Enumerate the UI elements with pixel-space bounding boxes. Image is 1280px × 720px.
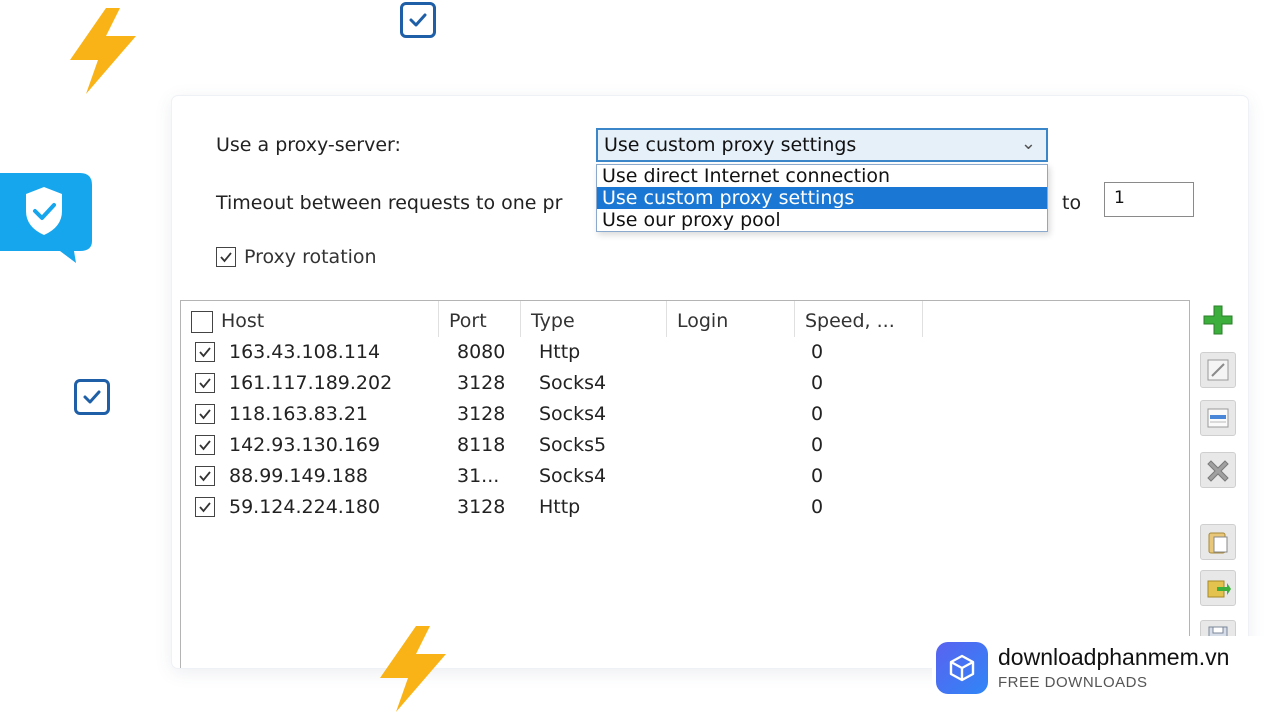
- proxy-rotation-label: Proxy rotation: [244, 246, 377, 268]
- cell-speed: 0: [811, 434, 824, 456]
- table-row[interactable]: 59.124.224.180 3128 Http 0: [181, 492, 1189, 523]
- proxy-table: Host Port Type Login Speed, ... 163.43.1…: [180, 300, 1190, 668]
- table-row[interactable]: 163.43.108.114 8080 Http 0: [181, 337, 1189, 368]
- column-header-speed[interactable]: Speed, ...: [795, 301, 923, 337]
- option-custom-proxy-settings[interactable]: Use custom proxy settings: [597, 187, 1047, 209]
- column-header-port[interactable]: Port: [439, 301, 521, 337]
- cell-speed: 0: [811, 496, 824, 518]
- cell-port: 31...: [457, 465, 500, 487]
- list-icon: [1207, 408, 1229, 428]
- checkbox-badge-icon: [400, 2, 436, 38]
- delete-proxy-button[interactable]: [1200, 452, 1236, 488]
- timeout-to-label: to: [1062, 192, 1082, 214]
- import-proxy-button[interactable]: [1200, 570, 1236, 606]
- watermark-badge: downloadphanmem.vn FREE DOWNLOADS: [932, 636, 1272, 702]
- cell-host: 163.43.108.114: [229, 341, 381, 363]
- proxy-server-label: Use a proxy-server:: [216, 134, 401, 156]
- cell-port: 8118: [457, 434, 506, 456]
- list-proxy-button[interactable]: [1200, 400, 1236, 436]
- cell-speed: 0: [811, 372, 824, 394]
- chevron-down-icon[interactable]: ⌄: [1021, 133, 1036, 154]
- add-icon: [1203, 305, 1233, 335]
- column-header-login[interactable]: Login: [667, 301, 795, 337]
- cell-port: 8080: [457, 341, 506, 363]
- row-checkbox[interactable]: [195, 466, 215, 486]
- cell-speed: 0: [811, 341, 824, 363]
- add-proxy-button[interactable]: [1200, 302, 1236, 338]
- import-icon: [1207, 580, 1231, 598]
- proxy-server-selected-value: Use custom proxy settings: [604, 134, 857, 156]
- checkbox-checked-icon[interactable]: [216, 247, 236, 267]
- cell-host: 142.93.130.169: [229, 434, 381, 456]
- cell-type: Socks4: [539, 403, 607, 425]
- delete-icon: [1207, 460, 1229, 482]
- cell-port: 3128: [457, 496, 506, 518]
- cell-speed: 0: [811, 403, 824, 425]
- cell-type: Socks5: [539, 434, 607, 456]
- paste-icon: [1208, 532, 1228, 554]
- table-row[interactable]: 118.163.83.21 3128 Socks4 0: [181, 399, 1189, 430]
- cell-port: 3128: [457, 372, 506, 394]
- cell-type: Socks4: [539, 465, 607, 487]
- column-header-type[interactable]: Type: [521, 301, 667, 337]
- proxy-rotation-checkbox[interactable]: Proxy rotation: [216, 246, 377, 268]
- cell-port: 3128: [457, 403, 506, 425]
- shield-chat-bubble-icon: [0, 173, 92, 263]
- table-header: Host Port Type Login Speed, ...: [181, 301, 1189, 337]
- checkbox-badge-icon: [74, 379, 110, 415]
- watermark-site-name: downloadphanmem.vn: [998, 644, 1230, 670]
- row-checkbox[interactable]: [195, 373, 215, 393]
- watermark-tagline: FREE DOWNLOADS: [998, 674, 1148, 691]
- proxy-settings-panel: Use a proxy-server: Use custom proxy set…: [172, 96, 1248, 668]
- timeout-to-input[interactable]: 1: [1104, 182, 1194, 217]
- row-checkbox[interactable]: [195, 435, 215, 455]
- cell-host: 161.117.189.202: [229, 372, 393, 394]
- proxy-server-select[interactable]: Use custom proxy settings ⌄: [596, 128, 1048, 162]
- box-logo-icon: [936, 642, 988, 694]
- option-direct-connection[interactable]: Use direct Internet connection: [597, 165, 1047, 187]
- lightning-bolt-icon: [70, 8, 136, 94]
- row-checkbox[interactable]: [195, 497, 215, 517]
- proxy-server-dropdown: Use direct Internet connection Use custo…: [596, 164, 1048, 232]
- cell-type: Socks4: [539, 372, 607, 394]
- table-row[interactable]: 161.117.189.202 3128 Socks4 0: [181, 368, 1189, 399]
- timeout-label: Timeout between requests to one pr: [216, 192, 563, 214]
- paste-proxy-button[interactable]: [1200, 524, 1236, 560]
- edit-proxy-button[interactable]: [1200, 352, 1236, 388]
- cell-type: Http: [539, 496, 581, 518]
- lightning-bolt-icon: [380, 626, 446, 712]
- column-header-host[interactable]: Host: [181, 301, 439, 337]
- cell-speed: 0: [811, 465, 824, 487]
- select-all-checkbox[interactable]: [191, 310, 213, 333]
- option-proxy-pool[interactable]: Use our proxy pool: [597, 209, 1047, 231]
- cell-host: 88.99.149.188: [229, 465, 369, 487]
- row-checkbox[interactable]: [195, 342, 215, 362]
- table-row[interactable]: 88.99.149.188 31... Socks4 0: [181, 461, 1189, 492]
- cell-host: 118.163.83.21: [229, 403, 369, 425]
- cell-type: Http: [539, 341, 581, 363]
- cell-host: 59.124.224.180: [229, 496, 381, 518]
- edit-icon: [1207, 359, 1229, 381]
- row-checkbox[interactable]: [195, 404, 215, 424]
- table-row[interactable]: 142.93.130.169 8118 Socks5 0: [181, 430, 1189, 461]
